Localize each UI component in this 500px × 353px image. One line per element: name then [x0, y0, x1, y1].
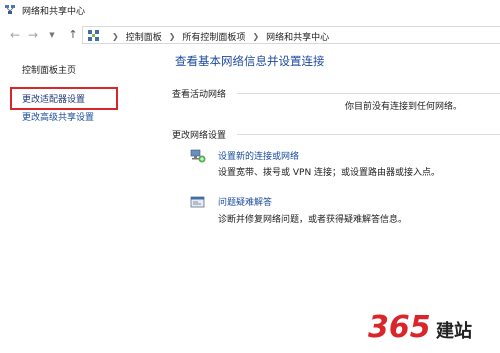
network-setup-icon [190, 149, 206, 163]
no-connection-status: 你目前没有连接到任何网络。 [345, 102, 463, 112]
watermark-logo: 365 建站 [368, 310, 472, 345]
breadcrumb-item[interactable]: 网络和共享中心 [266, 30, 329, 43]
breadcrumb[interactable]: ❯ 控制面板 ❯ 所有控制面板项 ❯ 网络和共享中心 [82, 26, 500, 44]
change-settings-header: 更改网络设置 [172, 131, 227, 141]
section-divider [237, 134, 500, 135]
section-divider [237, 93, 500, 94]
breadcrumb-separator-icon: ❯ [252, 32, 260, 41]
page-title: 查看基本网络信息并设置连接 [175, 54, 325, 68]
recent-locations-chevron-icon[interactable]: ▼ [45, 28, 59, 42]
troubleshoot-description: 诊断并修复网络问题，或者获得疑难解答信息。 [218, 215, 408, 225]
breadcrumb-item[interactable]: 控制面板 [126, 30, 162, 43]
back-arrow-icon[interactable]: ← [8, 28, 22, 42]
address-bar: ← → ▼ ↑ ❯ 控制面板 ❯ 所有控制面板项 ❯ 网络和共享中心 [0, 24, 500, 46]
breadcrumb-separator-icon: ❯ [168, 32, 176, 41]
sidebar: 控制面板主页 更改适配器设置 更改高级共享设置 [0, 47, 158, 353]
window-title: 网络和共享中心 [22, 7, 86, 17]
network-center-icon [5, 5, 15, 14]
control-panel-icon [88, 30, 99, 41]
breadcrumb-item[interactable]: 所有控制面板项 [182, 30, 245, 43]
setup-connection-link[interactable]: 设置新的连接或网络 [218, 149, 299, 162]
forward-arrow-icon[interactable]: → [26, 28, 40, 42]
setup-connection-description: 设置宽带、拨号或 VPN 连接；或设置路由器或接入点。 [218, 168, 441, 178]
sidebar-item-change-advanced-sharing[interactable]: 更改高级共享设置 [22, 110, 94, 123]
sidebar-item-change-adapter-settings[interactable]: 更改适配器设置 [22, 92, 85, 105]
breadcrumb-separator-icon: ❯ [112, 32, 119, 41]
title-bar: 网络和共享中心 [0, 0, 500, 20]
up-arrow-icon[interactable]: ↑ [66, 28, 80, 42]
troubleshoot-link[interactable]: 问题疑难解答 [218, 195, 272, 208]
troubleshoot-icon [190, 196, 205, 208]
svg-text:建站: 建站 [436, 320, 472, 342]
svg-text:365: 365 [368, 310, 431, 345]
sidebar-item-control-panel-home[interactable]: 控制面板主页 [22, 63, 76, 76]
active-networks-header: 查看活动网络 [172, 90, 227, 100]
